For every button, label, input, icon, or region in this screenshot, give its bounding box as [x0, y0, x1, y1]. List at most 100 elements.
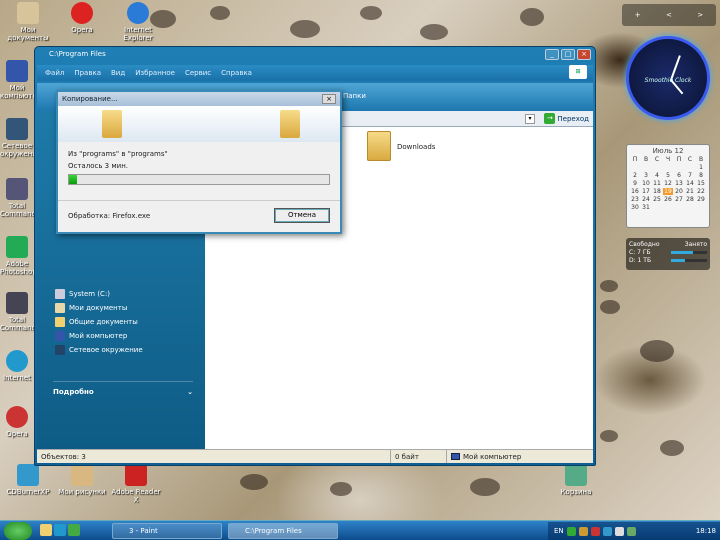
calendar-day[interactable]: 1	[696, 164, 706, 171]
calendar-day[interactable]: 5	[663, 172, 673, 179]
tray-icon-1[interactable]	[566, 526, 576, 536]
dialog-close-button[interactable]: ×	[322, 94, 336, 104]
task-paint[interactable]: 3 - Paint	[112, 523, 222, 539]
calendar-day[interactable]: 3	[641, 172, 651, 179]
calendar-weekday: Ч	[665, 156, 671, 163]
calendar-day[interactable]: 30	[630, 204, 640, 211]
calendar-day[interactable]: 31	[641, 204, 651, 211]
menu-tools[interactable]: Сервис	[185, 69, 211, 77]
maximize-button[interactable]: □	[561, 49, 575, 60]
task-explorer[interactable]: C:\Program Files	[228, 523, 338, 539]
calendar-day[interactable]: 12	[663, 180, 673, 187]
calendar-day[interactable]: 9	[630, 180, 640, 187]
calendar-day[interactable]: 17	[641, 188, 651, 195]
folder-icon[interactable]	[367, 131, 391, 161]
calendar-day[interactable]: 8	[696, 172, 706, 179]
dialog-title: Копирование...	[58, 92, 340, 106]
tray-icon-4[interactable]	[602, 526, 612, 536]
network-tray-icon[interactable]	[626, 526, 636, 536]
calendar-day[interactable]: 4	[652, 172, 662, 179]
sidebar-link-my-computer[interactable]: Мой компьютер	[55, 331, 127, 341]
start-button[interactable]	[4, 522, 32, 540]
progress-fill	[69, 175, 77, 184]
volume-icon[interactable]	[614, 526, 624, 536]
add-gadget-button[interactable]: +	[635, 11, 641, 19]
desktop-icon-cdburner[interactable]: CDBurnerXP	[0, 464, 56, 496]
go-button[interactable]: → Переход	[544, 113, 589, 124]
desktop-icon-network[interactable]: Сетевое окружение	[0, 118, 41, 158]
desktop-icon-adobe-reader[interactable]: Adobe Reader X	[108, 464, 164, 504]
desktop-quicklaunch-icon[interactable]	[68, 524, 80, 536]
calendar-day[interactable]: 13	[674, 180, 684, 187]
calendar-gadget[interactable]: Июль 12 П В С Ч П С В 1 2 3 4 5 6 7 8 9 10 11 12 13 14 15 16 17…	[626, 144, 710, 228]
desktop-icon-recycle-bin[interactable]: Корзина	[548, 464, 604, 496]
minimize-button[interactable]: _	[545, 49, 559, 60]
calendar-day[interactable]: 29	[696, 196, 706, 203]
calendar-day[interactable]: 18	[652, 188, 662, 195]
tray-icon-2[interactable]	[578, 526, 588, 536]
calendar-day[interactable]: 7	[685, 172, 695, 179]
calendar-day[interactable]: 25	[652, 196, 662, 203]
desktop-icon-pictures[interactable]: Мои рисунки	[54, 464, 110, 496]
ie-quicklaunch-icon[interactable]	[54, 524, 66, 536]
menu-help[interactable]: Справка	[221, 69, 252, 77]
sidebar-link-system-c[interactable]: System (C:)	[55, 289, 110, 299]
menu-file[interactable]: Файл	[45, 69, 64, 77]
next-page-button[interactable]: >	[697, 11, 703, 19]
cancel-button[interactable]: Отмена	[274, 208, 330, 223]
menu-view[interactable]: Вид	[111, 69, 125, 77]
sidebar-link-network[interactable]: Сетевое окружение	[55, 345, 143, 355]
destination-folder-icon	[280, 110, 300, 138]
calendar-day	[685, 164, 695, 171]
calendar-day[interactable]: 2	[630, 172, 640, 179]
calendar-day[interactable]: 28	[685, 196, 695, 203]
documents-icon	[17, 2, 39, 24]
clock-gadget[interactable]: Smoothie Clock	[626, 36, 710, 120]
tray-clock[interactable]: 18:18	[696, 527, 720, 535]
desktop-icon-total-commander[interactable]: Total Commander	[0, 178, 43, 218]
calendar-day[interactable]: 20	[674, 188, 684, 195]
desktop-icon-opera-2[interactable]: Opera	[0, 406, 34, 438]
calendar-day[interactable]: 15	[696, 180, 706, 187]
calendar-day[interactable]: 23	[630, 196, 640, 203]
desktop-icon-internet-explorer[interactable]: Internet Explorer	[110, 2, 166, 42]
close-button[interactable]: ×	[577, 49, 591, 60]
menu-edit[interactable]: Правка	[74, 69, 101, 77]
desktop-icon-internet[interactable]: Internet	[0, 350, 34, 382]
tray-icon-3[interactable]	[590, 526, 600, 536]
time-remaining: Осталось 3 мин.	[68, 162, 128, 170]
calendar-day[interactable]: 16	[630, 188, 640, 195]
calendar-day[interactable]: 21	[685, 188, 695, 195]
address-dropdown-icon[interactable]: ▾	[525, 114, 535, 124]
calendar-day[interactable]: 19	[663, 188, 673, 195]
sidebar-link-my-documents[interactable]: Мои документы	[55, 303, 127, 313]
calendar-day[interactable]: 11	[652, 180, 662, 187]
explorer-quicklaunch-icon[interactable]	[40, 524, 52, 536]
calendar-day[interactable]: 26	[663, 196, 673, 203]
calendar-weekday: С	[687, 156, 693, 163]
menu-favorites[interactable]: Избранное	[135, 69, 175, 77]
window-controls: _ □ ×	[545, 49, 591, 60]
language-indicator[interactable]: EN	[554, 527, 564, 535]
adobe-reader-icon	[125, 464, 147, 486]
previous-page-button[interactable]: <	[666, 11, 672, 19]
desktop-icon-my-computer[interactable]: Мой компьютер	[0, 60, 41, 100]
drive-meter-gadget[interactable]: Свободно Занято C: 7 ГБ D: 1 ТБ	[626, 238, 710, 270]
desktop-icon-photoshop[interactable]: Adobe Photoshop	[0, 236, 37, 276]
calendar-day[interactable]: 24	[641, 196, 651, 203]
details-section[interactable]: Подробно ⌄	[53, 381, 193, 396]
calendar-day[interactable]: 6	[674, 172, 684, 179]
total-commander-icon-2	[6, 292, 28, 314]
desktop-icon-total-commander-2[interactable]: Total Commander	[0, 292, 43, 332]
ie-icon	[127, 2, 149, 24]
sidebar-link-shared-documents[interactable]: Общие документы	[55, 317, 138, 327]
cdburner-icon	[17, 464, 39, 486]
desktop-icon-opera[interactable]: Opera	[54, 2, 110, 34]
calendar-day[interactable]: 10	[641, 180, 651, 187]
calendar-day[interactable]: 22	[696, 188, 706, 195]
calendar-day[interactable]: 27	[674, 196, 684, 203]
desktop-icon-documents[interactable]: Мои документы	[0, 2, 56, 42]
folders-button[interactable]: Папки	[343, 92, 366, 100]
calendar-day[interactable]: 14	[685, 180, 695, 187]
folder-label-downloads[interactable]: Downloads	[397, 143, 435, 151]
